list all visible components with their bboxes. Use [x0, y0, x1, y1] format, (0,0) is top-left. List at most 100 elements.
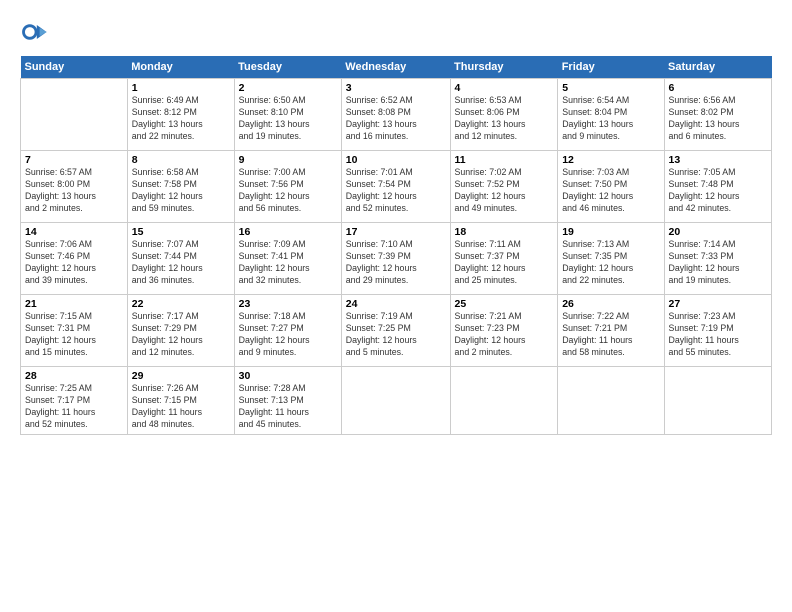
calendar-cell	[341, 367, 450, 435]
calendar-cell: 3Sunrise: 6:52 AMSunset: 8:08 PMDaylight…	[341, 79, 450, 151]
calendar-cell: 7Sunrise: 6:57 AMSunset: 8:00 PMDaylight…	[21, 151, 128, 223]
calendar-cell: 18Sunrise: 7:11 AMSunset: 7:37 PMDayligh…	[450, 223, 558, 295]
calendar-cell: 19Sunrise: 7:13 AMSunset: 7:35 PMDayligh…	[558, 223, 664, 295]
day-number: 9	[239, 154, 337, 166]
day-number: 19	[562, 226, 659, 238]
calendar-cell: 15Sunrise: 7:07 AMSunset: 7:44 PMDayligh…	[127, 223, 234, 295]
day-number: 16	[239, 226, 337, 238]
day-number: 24	[346, 298, 446, 310]
calendar-cell: 16Sunrise: 7:09 AMSunset: 7:41 PMDayligh…	[234, 223, 341, 295]
day-number: 17	[346, 226, 446, 238]
calendar-cell: 13Sunrise: 7:05 AMSunset: 7:48 PMDayligh…	[664, 151, 772, 223]
weekday-header-wednesday: Wednesday	[341, 56, 450, 79]
calendar-cell: 1Sunrise: 6:49 AMSunset: 8:12 PMDaylight…	[127, 79, 234, 151]
calendar-cell: 17Sunrise: 7:10 AMSunset: 7:39 PMDayligh…	[341, 223, 450, 295]
calendar-cell: 21Sunrise: 7:15 AMSunset: 7:31 PMDayligh…	[21, 295, 128, 367]
logo-icon	[20, 18, 48, 46]
calendar-cell	[558, 367, 664, 435]
calendar-cell: 25Sunrise: 7:21 AMSunset: 7:23 PMDayligh…	[450, 295, 558, 367]
day-info: Sunrise: 7:05 AMSunset: 7:48 PMDaylight:…	[669, 167, 768, 215]
day-info: Sunrise: 7:26 AMSunset: 7:15 PMDaylight:…	[132, 383, 230, 431]
day-info: Sunrise: 6:54 AMSunset: 8:04 PMDaylight:…	[562, 95, 659, 143]
day-number: 12	[562, 154, 659, 166]
week-row-2: 7Sunrise: 6:57 AMSunset: 8:00 PMDaylight…	[21, 151, 772, 223]
weekday-header-row: SundayMondayTuesdayWednesdayThursdayFrid…	[21, 56, 772, 79]
day-number: 20	[669, 226, 768, 238]
day-number: 21	[25, 298, 123, 310]
day-number: 7	[25, 154, 123, 166]
calendar-cell: 26Sunrise: 7:22 AMSunset: 7:21 PMDayligh…	[558, 295, 664, 367]
calendar-cell	[664, 367, 772, 435]
weekday-header-saturday: Saturday	[664, 56, 772, 79]
calendar-cell: 10Sunrise: 7:01 AMSunset: 7:54 PMDayligh…	[341, 151, 450, 223]
calendar-cell: 6Sunrise: 6:56 AMSunset: 8:02 PMDaylight…	[664, 79, 772, 151]
logo	[20, 18, 52, 46]
weekday-header-sunday: Sunday	[21, 56, 128, 79]
calendar-cell: 22Sunrise: 7:17 AMSunset: 7:29 PMDayligh…	[127, 295, 234, 367]
day-info: Sunrise: 7:02 AMSunset: 7:52 PMDaylight:…	[455, 167, 554, 215]
day-info: Sunrise: 6:56 AMSunset: 8:02 PMDaylight:…	[669, 95, 768, 143]
calendar-table: SundayMondayTuesdayWednesdayThursdayFrid…	[20, 56, 772, 435]
day-info: Sunrise: 7:13 AMSunset: 7:35 PMDaylight:…	[562, 239, 659, 287]
calendar-cell: 9Sunrise: 7:00 AMSunset: 7:56 PMDaylight…	[234, 151, 341, 223]
calendar-cell: 27Sunrise: 7:23 AMSunset: 7:19 PMDayligh…	[664, 295, 772, 367]
week-row-4: 21Sunrise: 7:15 AMSunset: 7:31 PMDayligh…	[21, 295, 772, 367]
day-info: Sunrise: 6:52 AMSunset: 8:08 PMDaylight:…	[346, 95, 446, 143]
day-info: Sunrise: 7:03 AMSunset: 7:50 PMDaylight:…	[562, 167, 659, 215]
day-info: Sunrise: 6:50 AMSunset: 8:10 PMDaylight:…	[239, 95, 337, 143]
day-info: Sunrise: 7:14 AMSunset: 7:33 PMDaylight:…	[669, 239, 768, 287]
weekday-header-monday: Monday	[127, 56, 234, 79]
calendar-cell: 23Sunrise: 7:18 AMSunset: 7:27 PMDayligh…	[234, 295, 341, 367]
day-number: 23	[239, 298, 337, 310]
day-number: 2	[239, 82, 337, 94]
day-info: Sunrise: 7:22 AMSunset: 7:21 PMDaylight:…	[562, 311, 659, 359]
calendar-cell: 20Sunrise: 7:14 AMSunset: 7:33 PMDayligh…	[664, 223, 772, 295]
day-info: Sunrise: 7:18 AMSunset: 7:27 PMDaylight:…	[239, 311, 337, 359]
week-row-1: 1Sunrise: 6:49 AMSunset: 8:12 PMDaylight…	[21, 79, 772, 151]
calendar-cell	[450, 367, 558, 435]
day-number: 10	[346, 154, 446, 166]
calendar-cell: 28Sunrise: 7:25 AMSunset: 7:17 PMDayligh…	[21, 367, 128, 435]
day-info: Sunrise: 7:00 AMSunset: 7:56 PMDaylight:…	[239, 167, 337, 215]
day-info: Sunrise: 6:53 AMSunset: 8:06 PMDaylight:…	[455, 95, 554, 143]
day-number: 18	[455, 226, 554, 238]
week-row-3: 14Sunrise: 7:06 AMSunset: 7:46 PMDayligh…	[21, 223, 772, 295]
day-info: Sunrise: 7:19 AMSunset: 7:25 PMDaylight:…	[346, 311, 446, 359]
day-number: 28	[25, 370, 123, 382]
day-number: 25	[455, 298, 554, 310]
calendar-cell: 11Sunrise: 7:02 AMSunset: 7:52 PMDayligh…	[450, 151, 558, 223]
calendar-cell: 12Sunrise: 7:03 AMSunset: 7:50 PMDayligh…	[558, 151, 664, 223]
day-number: 27	[669, 298, 768, 310]
day-number: 1	[132, 82, 230, 94]
day-info: Sunrise: 7:07 AMSunset: 7:44 PMDaylight:…	[132, 239, 230, 287]
day-info: Sunrise: 6:57 AMSunset: 8:00 PMDaylight:…	[25, 167, 123, 215]
calendar-cell	[21, 79, 128, 151]
page: SundayMondayTuesdayWednesdayThursdayFrid…	[0, 0, 792, 612]
day-number: 15	[132, 226, 230, 238]
day-number: 22	[132, 298, 230, 310]
day-info: Sunrise: 6:58 AMSunset: 7:58 PMDaylight:…	[132, 167, 230, 215]
day-number: 26	[562, 298, 659, 310]
day-info: Sunrise: 7:25 AMSunset: 7:17 PMDaylight:…	[25, 383, 123, 431]
day-number: 5	[562, 82, 659, 94]
day-number: 4	[455, 82, 554, 94]
day-info: Sunrise: 7:15 AMSunset: 7:31 PMDaylight:…	[25, 311, 123, 359]
day-info: Sunrise: 7:10 AMSunset: 7:39 PMDaylight:…	[346, 239, 446, 287]
calendar-cell: 4Sunrise: 6:53 AMSunset: 8:06 PMDaylight…	[450, 79, 558, 151]
weekday-header-friday: Friday	[558, 56, 664, 79]
day-info: Sunrise: 7:11 AMSunset: 7:37 PMDaylight:…	[455, 239, 554, 287]
day-info: Sunrise: 7:23 AMSunset: 7:19 PMDaylight:…	[669, 311, 768, 359]
calendar-cell: 24Sunrise: 7:19 AMSunset: 7:25 PMDayligh…	[341, 295, 450, 367]
calendar-cell: 2Sunrise: 6:50 AMSunset: 8:10 PMDaylight…	[234, 79, 341, 151]
day-info: Sunrise: 7:21 AMSunset: 7:23 PMDaylight:…	[455, 311, 554, 359]
weekday-header-thursday: Thursday	[450, 56, 558, 79]
weekday-header-tuesday: Tuesday	[234, 56, 341, 79]
week-row-5: 28Sunrise: 7:25 AMSunset: 7:17 PMDayligh…	[21, 367, 772, 435]
day-info: Sunrise: 7:28 AMSunset: 7:13 PMDaylight:…	[239, 383, 337, 431]
day-info: Sunrise: 6:49 AMSunset: 8:12 PMDaylight:…	[132, 95, 230, 143]
day-info: Sunrise: 7:09 AMSunset: 7:41 PMDaylight:…	[239, 239, 337, 287]
day-info: Sunrise: 7:01 AMSunset: 7:54 PMDaylight:…	[346, 167, 446, 215]
day-number: 29	[132, 370, 230, 382]
day-number: 13	[669, 154, 768, 166]
day-info: Sunrise: 7:06 AMSunset: 7:46 PMDaylight:…	[25, 239, 123, 287]
